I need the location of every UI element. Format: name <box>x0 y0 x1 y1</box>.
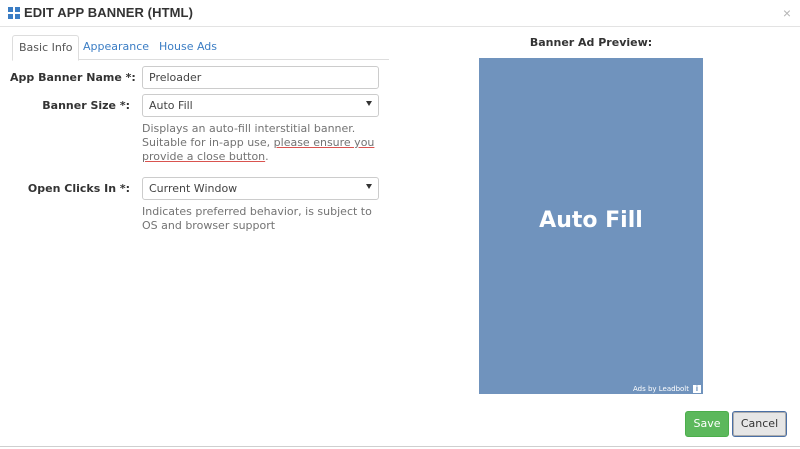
grid-icon <box>8 7 20 19</box>
cancel-button[interactable]: Cancel <box>732 411 787 437</box>
caret-down-icon <box>366 101 372 106</box>
dialog-title: EDIT APP BANNER (HTML) <box>24 5 194 20</box>
dialog-bottom-border <box>0 446 800 447</box>
dialog-header: EDIT APP BANNER (HTML) × <box>0 0 800 27</box>
save-button[interactable]: Save <box>685 411 729 437</box>
banner-size-select[interactable]: Auto Fill <box>142 94 379 117</box>
info-icon[interactable]: i <box>693 385 701 393</box>
app-banner-name-input[interactable]: Preloader <box>142 66 379 89</box>
banner-preview: Auto Fill Ads by Leadbolt i <box>479 58 703 394</box>
tab-bar: Basic Info Appearance House Ads <box>12 35 389 61</box>
open-clicks-in-select[interactable]: Current Window <box>142 177 379 200</box>
banner-size-help: Displays an auto-fill interstitial banne… <box>142 122 375 163</box>
tab-basic-info[interactable]: Basic Info <box>12 35 80 61</box>
app-banner-name-label: App Banner Name *: <box>10 71 136 84</box>
ads-by-label: Ads by Leadbolt <box>632 385 689 393</box>
tab-appearance[interactable]: Appearance <box>77 35 155 60</box>
open-clicks-in-label: Open Clicks In *: <box>27 182 130 195</box>
open-clicks-in-value: Current Window <box>149 182 238 195</box>
caret-down-icon <box>366 184 372 189</box>
banner-size-value: Auto Fill <box>149 99 193 112</box>
tab-house-ads[interactable]: House Ads <box>153 35 223 60</box>
banner-size-label: Banner Size *: <box>42 99 130 112</box>
close-icon[interactable]: × <box>783 6 791 20</box>
preview-title: Banner Ad Preview: <box>529 36 653 49</box>
open-clicks-in-help: Indicates preferred behavior, is subject… <box>142 205 372 232</box>
preview-ad-text: Auto Fill <box>539 208 643 233</box>
